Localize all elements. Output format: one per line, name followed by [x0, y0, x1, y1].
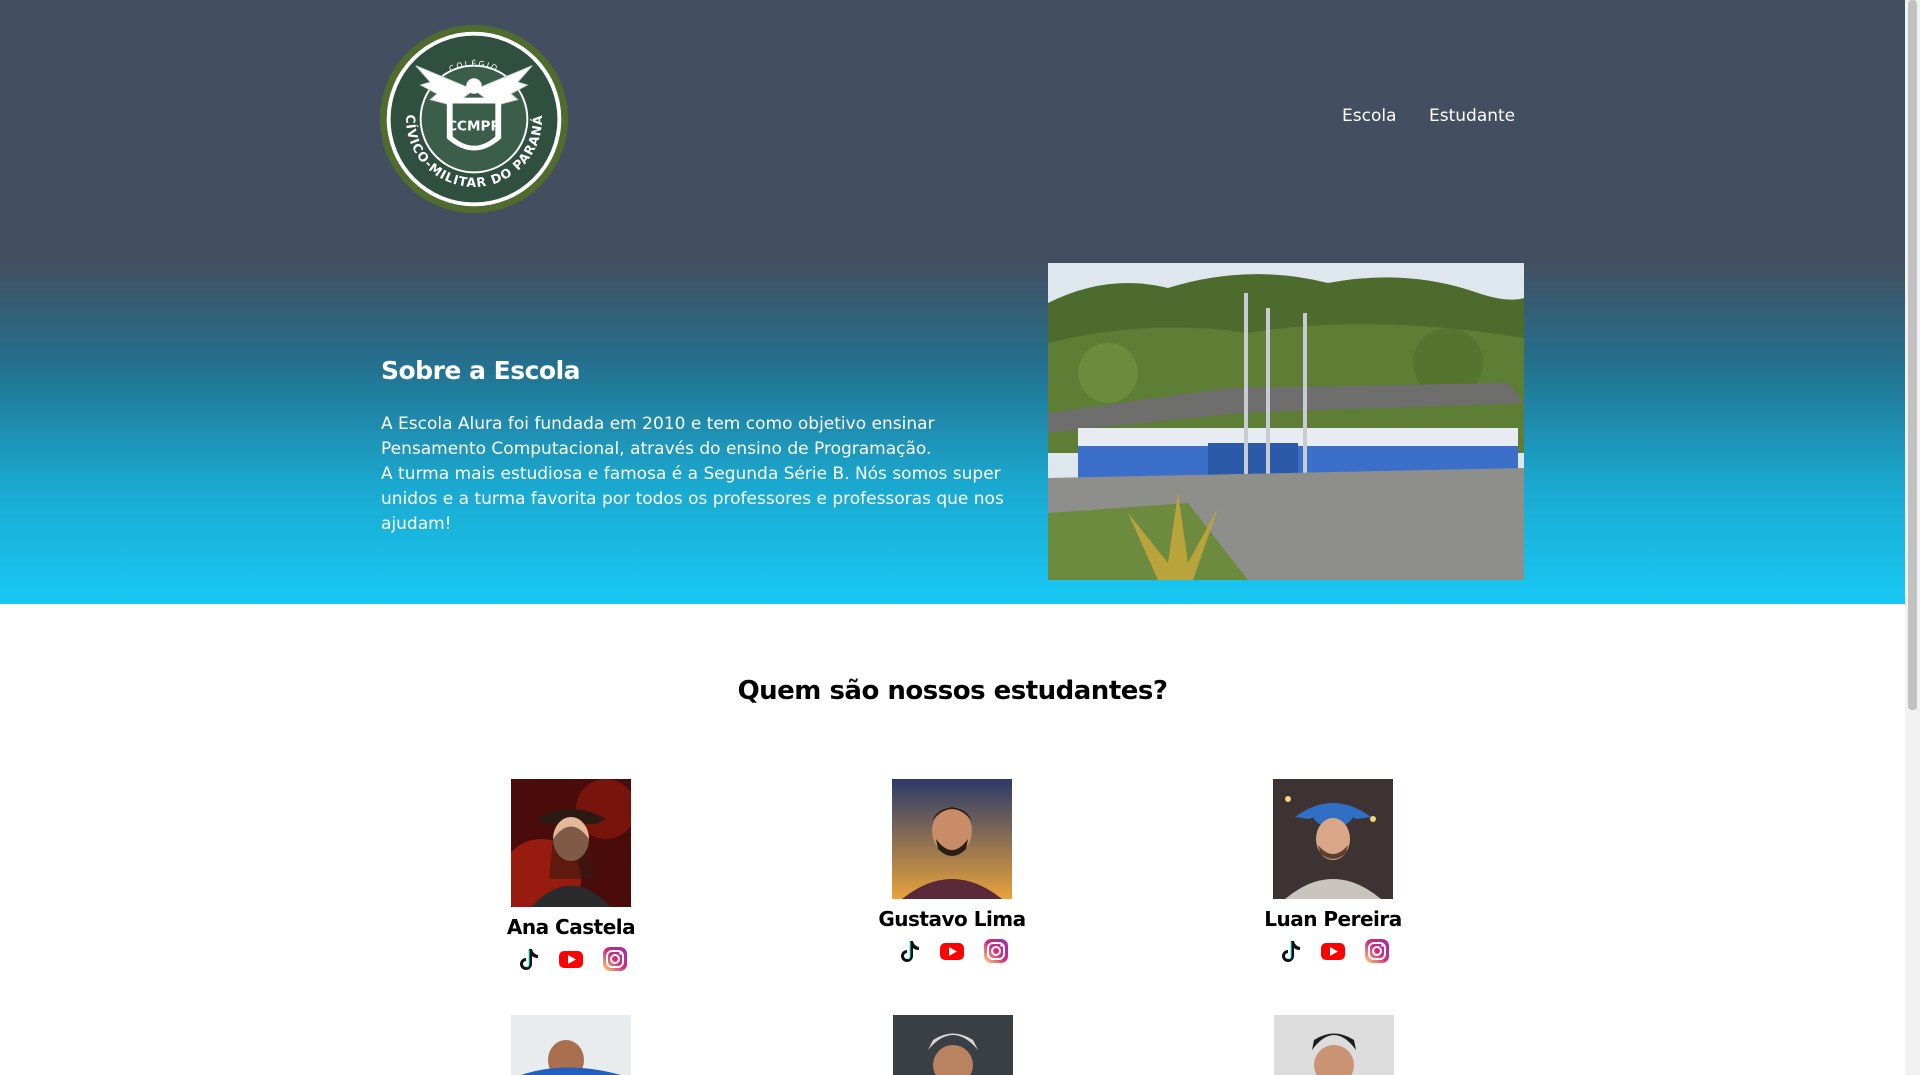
youtube-icon[interactable]: [938, 937, 966, 965]
site-header: CCMPR COLÉGIO CÍVICO-MILITAR DO PARANÁ E…: [0, 0, 1905, 262]
student-card: Ana Castela: [471, 779, 671, 973]
about-text: A Escola Alura foi fundada em 2010 e tem…: [381, 412, 1041, 537]
nav-link-estudante[interactable]: Estudante: [1429, 106, 1515, 126]
about-section: Sobre a Escola A Escola Alura foi fundad…: [0, 262, 1905, 604]
youtube-icon[interactable]: [557, 945, 585, 973]
page-scrollbar[interactable]: [1905, 0, 1920, 1075]
student-name: Luan Pereira: [1264, 907, 1402, 931]
nav-link-escola[interactable]: Escola: [1342, 106, 1397, 126]
students-title: Quem são nossos estudantes?: [737, 676, 1168, 706]
student-photo: [892, 779, 1012, 899]
tiktok-icon[interactable]: [894, 937, 922, 965]
student-name: Ana Castela: [506, 915, 636, 939]
student-photo: [1273, 779, 1393, 899]
tiktok-icon[interactable]: [513, 945, 541, 973]
about-paragraph-1: A Escola Alura foi fundada em 2010 e tem…: [381, 414, 935, 459]
instagram-icon[interactable]: [1363, 937, 1391, 965]
school-photo: [1048, 263, 1524, 580]
instagram-icon[interactable]: [982, 937, 1010, 965]
main-nav: Escola Estudante: [0, 106, 1905, 136]
student-name: Gustavo Lima: [878, 907, 1026, 931]
about-title: Sobre a Escola: [381, 356, 581, 385]
student-card: Luan Pereira: [1233, 779, 1433, 965]
instagram-icon[interactable]: [601, 945, 629, 973]
student-card: Gustavo Lima: [852, 779, 1052, 965]
tiktok-icon[interactable]: [1275, 937, 1303, 965]
student-photo: [511, 779, 631, 907]
scrollbar-thumb[interactable]: [1908, 0, 1917, 710]
student-photo: [1274, 1015, 1394, 1075]
about-paragraph-2: A turma mais estudiosa e famosa é a Segu…: [381, 464, 1004, 534]
student-photo: [511, 1015, 631, 1075]
student-photo: [893, 1015, 1013, 1075]
youtube-icon[interactable]: [1319, 937, 1347, 965]
